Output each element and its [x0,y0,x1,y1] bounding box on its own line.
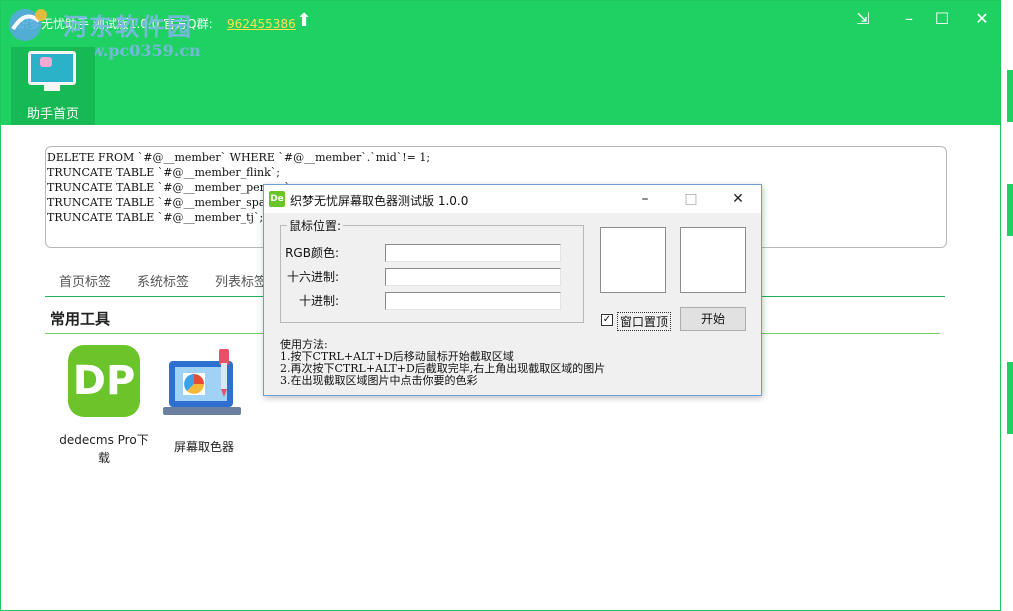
rgb-field[interactable] [385,244,561,262]
background-accent [1007,70,1013,122]
screen-color-picker-icon [163,349,241,415]
topmost-checkbox[interactable]: ✓ [601,314,613,326]
background-accent [1007,184,1013,236]
decimal-field[interactable] [385,292,561,310]
dialog-close-icon[interactable]: ✕ [727,189,749,209]
tab-system-tags[interactable]: 系统标签 [137,271,189,290]
dialog-title: 织梦无忧屏幕取色器测试版 1.0.0 [290,194,469,208]
dialog-minimize-icon[interactable]: – [634,189,656,209]
hex-label: 十六进制: [286,270,339,284]
background-window-edge [1001,0,1013,611]
decimal-label: 十进制: [298,294,339,308]
qq-group-link[interactable]: 962455386 [227,17,296,31]
tool-label: 屏幕取色器 [173,440,234,454]
tab-list-tags[interactable]: 列表标签 [215,271,267,290]
dialog-titlebar[interactable]: De 织梦无忧屏幕取色器测试版 1.0.0 – □ ✕ [264,185,761,213]
capture-preview-right[interactable] [680,227,746,293]
usage-instructions: 使用方法: 1.按下CTRL+ALT+D后移动鼠标开始截取区域 2.再次按下CT… [280,339,605,387]
dialog-maximize-icon: □ [684,191,698,207]
tab-home-tags[interactable]: 首页标签 [59,271,111,290]
tool-label: dedecms Pro下载 [59,433,149,465]
usage-step: 3.在出现截取区域图片中点击你要的色彩 [280,374,478,387]
restore-icon[interactable]: ⇲ [852,9,874,29]
watermark-text: 河东软件园 [63,12,193,41]
background-accent [1007,362,1013,434]
hex-field[interactable] [385,268,561,286]
sql-line: TRUNCATE TABLE `#@__member_flink`; [47,166,280,179]
monitor-icon [28,51,76,85]
upload-arrow-icon[interactable]: ⬆ [294,11,314,31]
topmost-label[interactable]: 窗口置顶 [617,312,672,331]
section-title: 常用工具 [50,310,111,328]
dedecms-pro-icon: DP [68,345,140,417]
sql-line: DELETE FROM `#@__member` WHERE `#@__memb… [47,151,431,164]
maximize-icon[interactable]: ☐ [931,9,953,29]
monitor-stand [44,85,60,91]
nav-home-tab[interactable]: 助手首页 [11,47,95,125]
mouse-position-group: 鼠标位置: RGB颜色: 十六进制: 十进制: [280,217,584,323]
watermark-logo-icon [9,9,47,41]
start-button[interactable]: 开始 [680,307,746,331]
tool-screen-color-picker[interactable]: 屏幕取色器 [159,345,249,456]
header-bar: 织梦无忧助手 测试版1.0.0 官方Q群: 962455386 ⬆ 河东软件园 … [1,1,1000,125]
capture-preview-left[interactable] [600,227,666,293]
nav-home-label: 助手首页 [26,107,79,122]
monitor-icon-detail [40,57,52,67]
close-icon[interactable]: ✕ [971,9,993,29]
tool-dedecms-pro[interactable]: DP dedecms Pro下载 [59,345,149,467]
minimize-icon[interactable]: – [898,9,920,29]
group-label: 鼠标位置: [287,217,344,234]
rgb-label: RGB颜色: [285,246,339,260]
dedecms-app-icon: De [269,191,285,207]
color-picker-dialog: De 织梦无忧屏幕取色器测试版 1.0.0 – □ ✕ 鼠标位置: RGB颜色:… [263,184,762,396]
